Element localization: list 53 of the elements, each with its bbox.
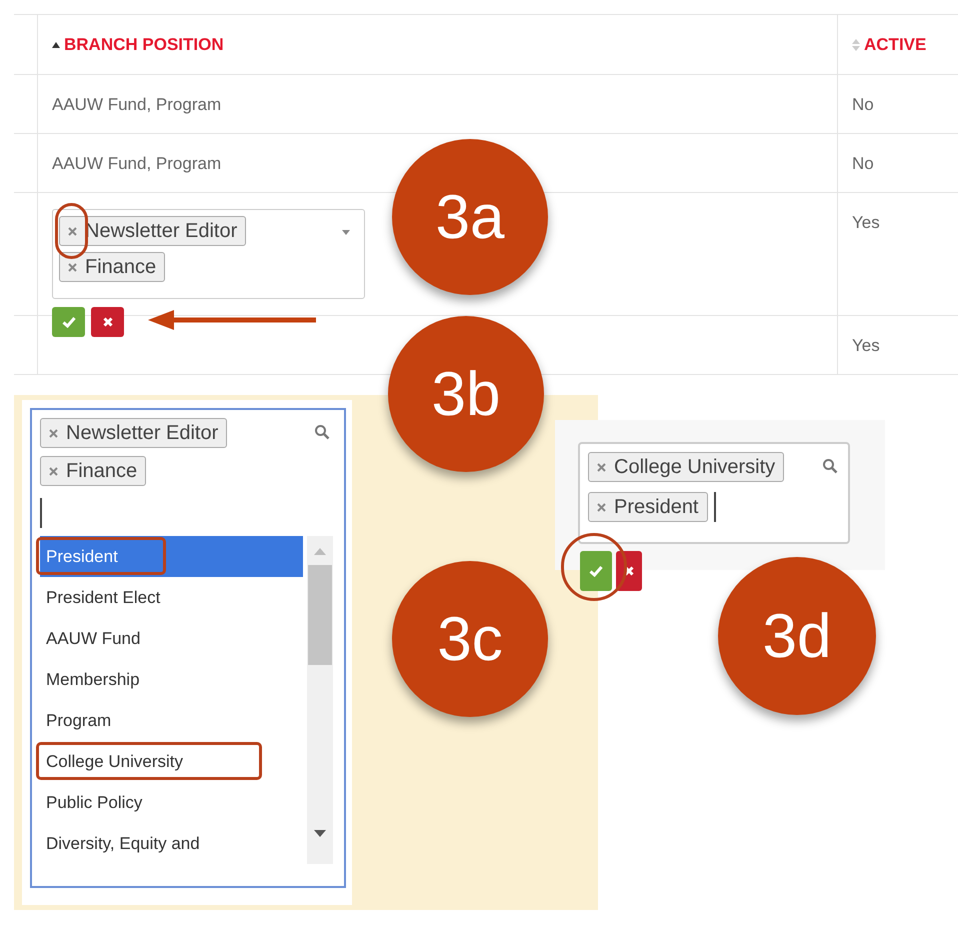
step-badge: 3b bbox=[388, 316, 544, 472]
dropdown-option[interactable]: President Elect bbox=[40, 577, 303, 618]
tag-label: President bbox=[614, 495, 698, 520]
table-cell-text: AAUW Fund, Program bbox=[52, 94, 222, 116]
column-header[interactable]: ACTIVE bbox=[864, 32, 926, 58]
text-cursor bbox=[40, 498, 42, 528]
remove-tag-icon[interactable] bbox=[49, 428, 58, 438]
caret-icon bbox=[342, 230, 350, 235]
close-icon bbox=[624, 566, 634, 576]
remove-tag-icon[interactable] bbox=[68, 226, 77, 236]
remove-tag-icon[interactable] bbox=[597, 462, 606, 472]
table-cell-text: AAUW Fund, Program bbox=[52, 153, 222, 175]
sort-up-icon[interactable] bbox=[52, 42, 60, 48]
save-button[interactable] bbox=[52, 307, 85, 337]
table-cell-text: No bbox=[851, 153, 875, 175]
tag-label: College University bbox=[614, 455, 776, 480]
multi-select-field[interactable]: Newsletter Editor Finance bbox=[52, 209, 365, 299]
highlight-ring bbox=[561, 533, 627, 601]
column-header[interactable]: BRANCH POSITION bbox=[64, 32, 224, 58]
table-cell-text: Yes bbox=[851, 212, 881, 234]
tag-label: Newsletter Editor bbox=[66, 421, 218, 446]
check-icon bbox=[589, 565, 603, 577]
search-icon bbox=[822, 458, 838, 474]
text-cursor bbox=[714, 492, 716, 522]
dropdown-option[interactable]: AAUW Fund bbox=[40, 618, 303, 659]
step-badge: 3a bbox=[392, 139, 548, 295]
tag-label: Finance bbox=[66, 459, 138, 484]
scroll-up-icon[interactable] bbox=[314, 548, 326, 555]
table-cell-text: No bbox=[851, 94, 875, 116]
check-icon bbox=[62, 316, 76, 328]
cancel-button[interactable] bbox=[91, 307, 124, 337]
dropdown-option[interactable]: College University bbox=[40, 741, 303, 782]
remove-tag-icon[interactable] bbox=[49, 466, 58, 476]
dropdown-option[interactable]: Program bbox=[40, 700, 303, 741]
remove-tag-icon[interactable] bbox=[68, 262, 77, 272]
tag-label: Finance bbox=[85, 255, 156, 280]
multi-select-field[interactable]: College University President bbox=[578, 442, 850, 544]
tag-label: Newsletter Editor bbox=[85, 219, 238, 244]
search-icon bbox=[314, 424, 330, 440]
dropdown-option[interactable]: President bbox=[40, 536, 303, 577]
scroll-down-icon[interactable] bbox=[314, 830, 326, 837]
save-button[interactable] bbox=[580, 551, 612, 591]
remove-tag-icon[interactable] bbox=[597, 502, 606, 512]
dropdown-option[interactable]: Public Policy bbox=[40, 782, 303, 823]
multi-select-dropdown[interactable]: Newsletter Editor Finance President President Elect AAUW Fund Membership Program College University Public Policy Diversity, Equity and bbox=[30, 408, 346, 888]
dropdown-option[interactable]: Diversity, Equity and bbox=[40, 823, 303, 864]
table-cell-text: Yes bbox=[851, 335, 881, 357]
close-icon bbox=[102, 317, 112, 327]
dropdown-option[interactable]: Membership bbox=[40, 659, 303, 700]
highlight-ring bbox=[55, 203, 88, 259]
scrollbar-thumb[interactable] bbox=[308, 565, 332, 665]
sort-icon[interactable] bbox=[852, 38, 860, 50]
step-badge: 3d bbox=[718, 557, 876, 715]
